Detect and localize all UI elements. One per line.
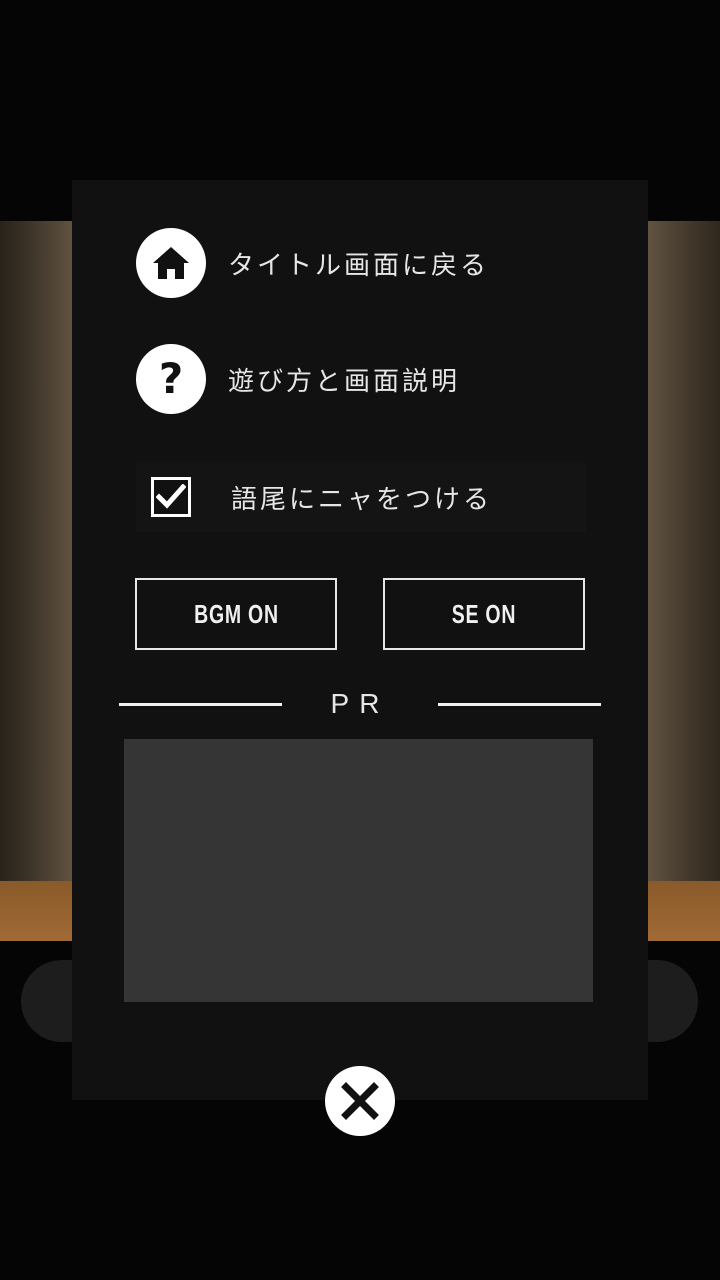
bgm-toggle-label: BGM ON [193, 598, 279, 629]
return-to-title-button[interactable]: タイトル画面に戻る [136, 228, 516, 298]
pr-divider-right [438, 703, 601, 706]
pr-heading: PR [330, 688, 390, 719]
nya-suffix-label: 語尾にニャをつける [231, 484, 493, 515]
nya-suffix-toggle[interactable]: 語尾にニャをつける [136, 462, 586, 532]
how-to-play-button[interactable]: ? 遊び方と画面説明 [136, 344, 516, 414]
question-icon: ? [136, 344, 206, 414]
check-icon [156, 484, 186, 509]
how-to-play-label: 遊び方と画面説明 [228, 366, 461, 397]
close-icon [341, 1082, 379, 1120]
scene-wall-shadow-right [640, 221, 720, 941]
bgm-toggle-button[interactable]: BGM ON [135, 578, 337, 650]
home-icon [136, 228, 206, 298]
scene-wall-shadow-left [0, 221, 80, 941]
settings-menu-panel: タイトル画面に戻る ? 遊び方と画面説明 語尾にニャをつける BGM ON SE… [72, 180, 648, 1100]
pr-divider-left [119, 703, 282, 706]
close-menu-button[interactable] [325, 1066, 395, 1136]
nya-suffix-checkbox[interactable] [151, 477, 191, 517]
ad-banner-area[interactable] [124, 739, 593, 1002]
question-glyph: ? [158, 354, 184, 403]
se-toggle-label: SE ON [451, 598, 517, 629]
return-to-title-label: タイトル画面に戻る [228, 250, 490, 281]
se-toggle-button[interactable]: SE ON [383, 578, 585, 650]
